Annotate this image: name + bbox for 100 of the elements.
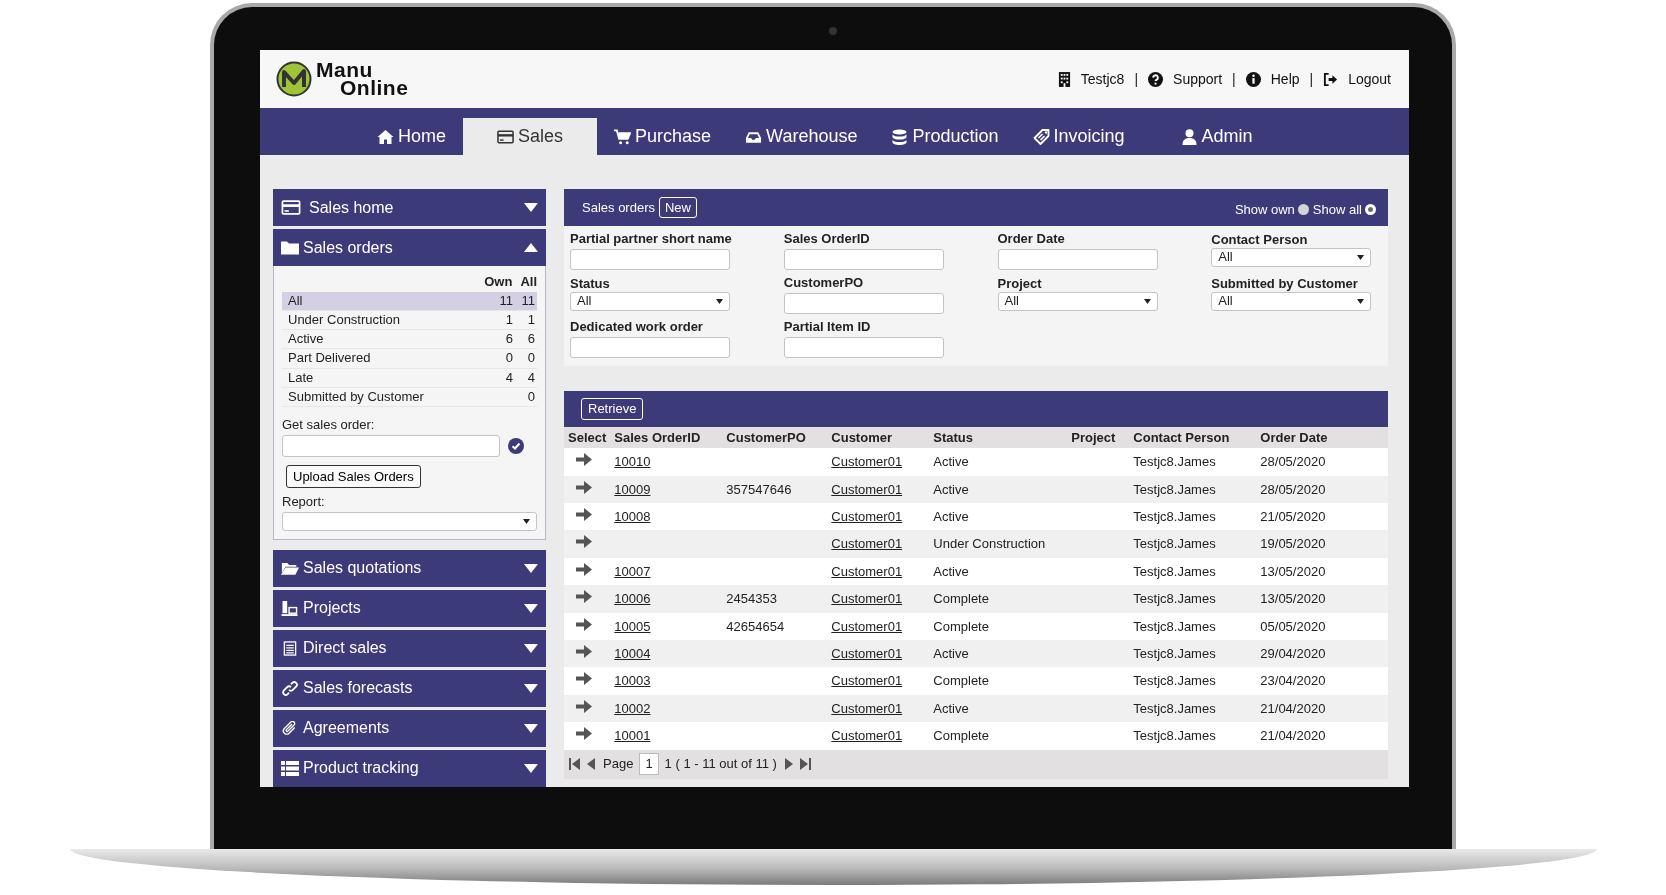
next-page-icon (782, 758, 794, 771)
logo-text: Manu Online (316, 61, 409, 97)
nav-tab[interactable]: Production (874, 118, 1016, 155)
field-label: Sales OrderID (783, 232, 871, 247)
order-id-link[interactable]: 10001 (614, 728, 651, 744)
table-cell-text: 2454353 (726, 591, 777, 607)
nav-tab[interactable]: Admin (1163, 118, 1270, 155)
nav-tab[interactable]: Home (360, 118, 463, 155)
table-cell-text: Complete (933, 591, 989, 607)
order-id-link[interactable]: 10010 (614, 454, 651, 470)
last-page-icon (799, 758, 811, 771)
radio-button[interactable] (1365, 204, 1376, 215)
column-header: Status (929, 426, 1068, 449)
status-filter-row[interactable]: Part Delivered 0 0 (282, 349, 537, 369)
select-row-button[interactable] (576, 699, 592, 713)
page-input-field[interactable]: 1 (639, 753, 659, 775)
sidebar-section-header[interactable]: Sales orders (273, 229, 546, 266)
select-row-button[interactable] (576, 453, 592, 467)
database-icon (891, 128, 909, 145)
user-link[interactable]: Logout (1323, 68, 1391, 90)
table-cell-text: 29/04/2020 (1260, 646, 1326, 661)
select-row-button[interactable] (576, 480, 592, 494)
select-field[interactable]: All (1211, 247, 1372, 267)
status-filter-row[interactable]: All 11 11 (282, 291, 537, 311)
table-cell-text: 21/04/2020 (1260, 700, 1326, 716)
check-circle-button[interactable] (508, 437, 524, 454)
column-header: Project (1067, 426, 1130, 449)
order-id-link[interactable]: 10005 (614, 618, 651, 634)
select-row-button[interactable] (576, 508, 592, 522)
upload-button[interactable]: Upload Sales Orders (286, 464, 421, 488)
order-id-link[interactable]: 10006 (614, 591, 651, 607)
select-row-button[interactable] (576, 535, 592, 549)
logout-icon (1323, 71, 1339, 87)
select-field[interactable]: All (997, 291, 1158, 311)
select-row-button[interactable] (576, 617, 592, 631)
caret-down-icon (524, 683, 538, 693)
sidebar-section-header[interactable]: Product tracking (273, 749, 546, 787)
select-field[interactable]: All (570, 291, 730, 311)
table-cell-text: Testjc8.James (1133, 481, 1216, 497)
first-page-button[interactable] (569, 758, 580, 771)
column-header: Contact Person (1129, 426, 1257, 449)
nav-tab[interactable]: Invoicing (1015, 118, 1142, 155)
last-page-button[interactable] (799, 758, 811, 771)
select-row-button[interactable] (576, 727, 592, 741)
sidebar-section-header[interactable]: Projects (273, 589, 546, 627)
select-field[interactable]: All (1211, 291, 1372, 311)
select-row-button[interactable] (576, 590, 592, 604)
select-row-button[interactable] (576, 672, 592, 686)
order-id-link[interactable]: 10003 (614, 673, 651, 689)
status-filter-row[interactable]: Active 6 6 (282, 330, 537, 350)
arrow-right-icon (576, 535, 592, 549)
sidebar-section-header[interactable]: Sales quotations (273, 549, 546, 587)
field-label: CustomerPO (783, 275, 865, 291)
next-page-button[interactable] (782, 758, 794, 771)
order-id-link[interactable]: 10008 (614, 509, 651, 525)
new-button[interactable]: New (659, 196, 697, 219)
status-filter-row[interactable]: Under Construction 1 1 (282, 310, 537, 330)
sidebar-section-header[interactable]: Agreements (273, 709, 546, 747)
caret-down-icon (1143, 298, 1151, 304)
order-input-field[interactable] (282, 434, 500, 457)
column-header: Select (564, 426, 611, 449)
table-cell-text: 21/05/2020 (1260, 509, 1326, 525)
nav-tab[interactable]: Sales (463, 118, 598, 155)
folder-icon (281, 240, 299, 255)
text-input-field[interactable] (570, 248, 730, 270)
text-input-field[interactable] (783, 336, 944, 358)
user-link[interactable]: Support (1148, 68, 1223, 90)
user-link[interactable]: Testjc8 (1057, 68, 1125, 90)
text-input-field[interactable] (783, 248, 944, 270)
text-input-field[interactable] (997, 248, 1158, 270)
status-filter-row[interactable]: Submitted by Customer 0 (282, 387, 537, 407)
status-filter-row[interactable]: Late 4 4 (282, 368, 537, 388)
sidebar-section-header[interactable]: Sales home (273, 189, 546, 226)
column-header: Customer (827, 426, 930, 449)
select-row-button[interactable] (576, 645, 592, 658)
nav-tab[interactable]: Purchase (597, 118, 729, 155)
table-cell-text: Testjc8.James (1133, 618, 1216, 634)
order-id-link[interactable]: 10007 (614, 563, 651, 579)
table-cell-text: Testjc8.James (1133, 536, 1216, 552)
previous-page-button[interactable] (586, 758, 597, 771)
order-id-link[interactable]: 10009 (614, 481, 651, 497)
sidebar-section-header[interactable]: Direct sales (273, 629, 546, 667)
sidebar-section-header[interactable]: Sales forecasts (273, 669, 546, 707)
field-label: Report: (282, 493, 326, 511)
retrieve-button[interactable]: Retrieve (581, 398, 644, 420)
arrow-right-icon (576, 508, 592, 522)
nav-tab[interactable]: Warehouse (728, 118, 875, 155)
radio-button[interactable] (1297, 204, 1309, 215)
column-header: Own (484, 273, 513, 291)
select-row-button[interactable] (576, 562, 592, 576)
text-input-field[interactable] (570, 336, 730, 358)
user-link[interactable]: Help (1245, 68, 1300, 90)
text-input-field[interactable] (783, 292, 944, 314)
column-header: Sales OrderID (610, 426, 723, 449)
table-cell-text: Testjc8.James (1133, 563, 1216, 579)
arrow-right-icon (576, 562, 592, 576)
table-cell-text: Testjc8.James (1133, 591, 1216, 607)
order-id-link[interactable]: 10002 (614, 700, 651, 716)
order-id-link[interactable]: 10004 (614, 646, 651, 661)
table-cell-text: Active (933, 646, 969, 661)
